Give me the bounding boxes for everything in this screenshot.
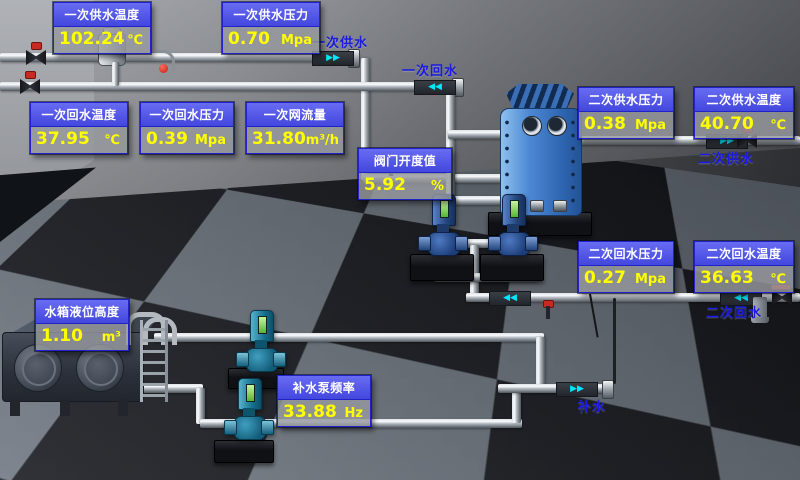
data-box-unit: Mpa	[195, 133, 229, 148]
valve-cap-icon	[31, 42, 42, 50]
data-box-primary-supply-temp: 一次供水温度 102.24℃	[53, 2, 151, 54]
data-box-unit: Hz	[345, 406, 366, 421]
tank-end-cap	[76, 344, 124, 392]
pump-flange	[273, 352, 286, 367]
pipe-makeup-rise	[512, 389, 521, 423]
data-box-label: 二次供水温度	[695, 88, 793, 112]
data-box-value: 0.70	[228, 29, 270, 49]
data-box-value: 102.24	[59, 29, 125, 49]
makeup-connection-line	[613, 298, 616, 384]
hx-port	[547, 116, 567, 136]
tank-ladder	[140, 320, 168, 402]
pipe-label-secondary-supply: 二次供水	[698, 148, 754, 167]
pump-flange	[224, 420, 237, 435]
data-box-unit: ℃	[770, 272, 789, 287]
data-box-unit: Mpa	[635, 272, 669, 287]
pipe-primary-supply	[0, 53, 360, 62]
pump-flange	[525, 236, 538, 251]
data-box-primary-supply-pressure: 一次供水压力 0.70 Mpa	[222, 2, 320, 54]
data-box-secondary-return-temp: 二次回水温度 36.63 ℃	[694, 241, 794, 293]
data-box-unit: Mpa	[281, 33, 315, 48]
flow-arrow-left-icon: ◀◀	[414, 80, 456, 95]
data-box-value: 0.39	[146, 129, 188, 149]
valve-cap-icon	[25, 71, 36, 79]
data-box-tank-level: 水箱液位高度 1.10 m³	[35, 299, 129, 351]
data-box-secondary-return-pressure: 二次回水压力 0.27 Mpa	[578, 241, 674, 293]
pipe-label-secondary-return: 二次回水	[706, 302, 762, 321]
data-box-primary-return-temp: 一次回水温度 37.95 ℃	[30, 102, 128, 154]
data-box-value: 40.70	[700, 114, 754, 134]
hmi-screen: ▶▶ ◀◀ ▶▶ ◀◀ ◀◀ ▶▶	[0, 0, 800, 480]
pipe-label-makeup-water: 补水	[578, 396, 606, 415]
data-box-label: 补水泵频率	[278, 376, 370, 400]
makeup-pump-2[interactable]	[230, 378, 268, 444]
pump-flange	[455, 236, 468, 251]
circulation-pump-1[interactable]	[424, 194, 462, 260]
hx-bottom-flange	[530, 200, 544, 212]
data-box-unit: %	[431, 179, 447, 194]
pipe-label-primary-supply: 一次供水	[312, 32, 368, 51]
data-box-label: 一次供水压力	[223, 3, 319, 27]
pump-indicator-window	[258, 316, 267, 334]
data-box-value: 1.10	[41, 326, 83, 346]
data-box-unit: ℃	[104, 133, 123, 148]
pressure-gauge-icon	[159, 64, 168, 73]
tank-end-cap-inner	[84, 352, 118, 386]
makeup-pump-1[interactable]	[242, 310, 280, 376]
pump-indicator-window	[246, 384, 255, 402]
data-box-label: 一次回水温度	[31, 103, 127, 127]
data-box-label: 二次回水压力	[579, 242, 673, 266]
pipe-makeup-upper-line	[154, 333, 544, 342]
data-box-unit: m³/h	[306, 133, 342, 148]
pump-flange	[261, 420, 274, 435]
pump-flange	[418, 236, 431, 251]
pump-flange	[236, 352, 249, 367]
pipe-makeup-drop	[536, 337, 545, 389]
pipe-primary-return	[0, 82, 454, 91]
pump-indicator-window	[510, 200, 519, 218]
pipe-label-primary-return: 一次回水	[402, 60, 458, 79]
data-box-value: 0.27	[584, 268, 626, 288]
data-box-label: 一次网流量	[247, 103, 343, 127]
data-box-label: 阀门开度值	[359, 149, 451, 173]
data-box-secondary-supply-temp: 二次供水温度 40.70 ℃	[694, 87, 794, 139]
data-box-valve-opening: 阀门开度值 5.92%	[358, 148, 452, 200]
data-box-label: 水箱液位高度	[36, 300, 128, 324]
data-box-unit: m³	[102, 330, 124, 345]
flow-arrow-left-icon: ◀◀	[489, 291, 531, 306]
hx-port	[522, 116, 542, 136]
data-box-value: 33.88	[283, 402, 337, 422]
pump-indicator-window	[440, 200, 449, 218]
data-box-label: 一次回水压力	[141, 103, 233, 127]
data-box-value: 0.38	[584, 114, 626, 134]
data-box-secondary-supply-pressure: 二次供水压力 0.38 Mpa	[578, 87, 674, 139]
data-box-value: 31.80	[252, 129, 306, 149]
data-box-value: 5.92	[364, 175, 406, 195]
data-box-makeup-pump-frequency: 补水泵频率 33.88 Hz	[277, 375, 371, 427]
drain-valve-stem	[546, 306, 550, 319]
tank-leg	[118, 399, 128, 416]
tank-leg	[10, 399, 20, 416]
data-box-label: 一次供水温度	[54, 3, 150, 27]
flow-arrow-right-icon: ▶▶	[556, 382, 598, 397]
pump-flange	[488, 236, 501, 251]
tank-leg	[60, 399, 70, 416]
hx-bolts-right	[570, 116, 576, 208]
tank-end-cap	[14, 344, 62, 392]
data-box-label: 二次回水温度	[695, 242, 793, 266]
data-box-value: 37.95	[36, 129, 90, 149]
data-box-primary-flow: 一次网流量 31.80m³/h	[246, 102, 344, 154]
data-box-unit: ℃	[127, 33, 146, 48]
circulation-pump-2[interactable]	[494, 194, 532, 260]
hx-bottom-flange	[553, 200, 567, 212]
data-box-value: 36.63	[700, 268, 754, 288]
pipe-separator-drop	[112, 62, 119, 86]
data-box-primary-return-pressure: 一次回水压力 0.39 Mpa	[140, 102, 234, 154]
data-box-label: 二次供水压力	[579, 88, 673, 112]
data-box-unit: Mpa	[635, 118, 669, 133]
data-box-unit: ℃	[770, 118, 789, 133]
tank-end-cap-inner	[22, 352, 56, 386]
